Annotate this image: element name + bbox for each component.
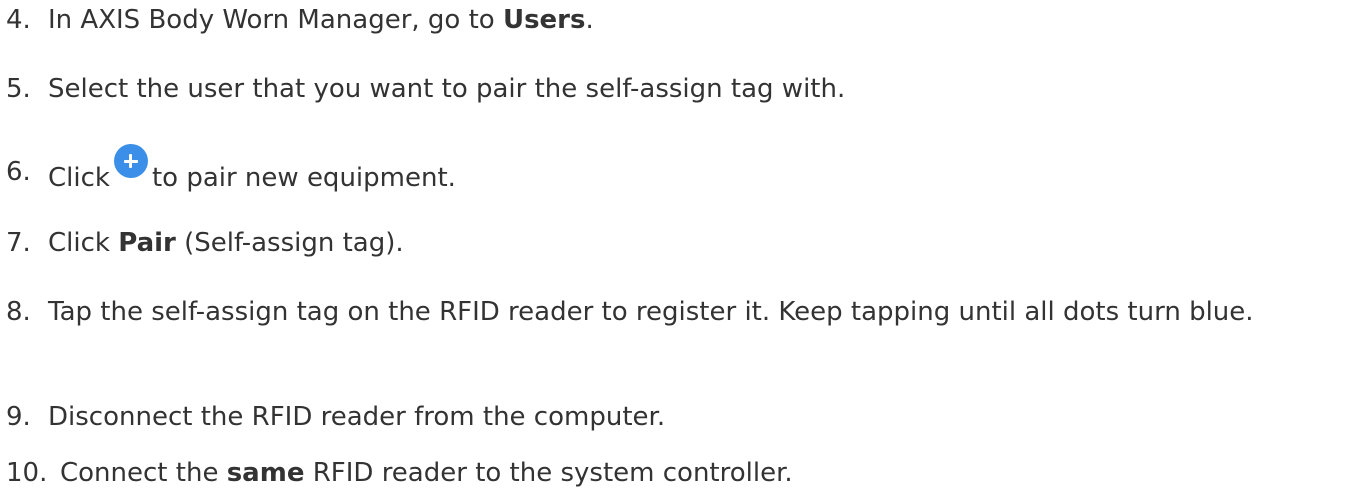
step-number: 10. bbox=[6, 458, 48, 488]
step-9: 9. Disconnect the RFID reader from the c… bbox=[0, 399, 1349, 435]
plus-icon bbox=[113, 144, 148, 178]
step-7: 7. Click Pair (Self-assign tag). bbox=[0, 225, 1349, 261]
step-5: 5. Select the user that you want to pair… bbox=[0, 71, 1349, 107]
step-text: Click to pair new equipment. bbox=[48, 144, 1349, 196]
step-6: 6. Click to pair new equipment. bbox=[0, 144, 1349, 196]
step-number: 6. bbox=[6, 157, 31, 187]
step-number: 9. bbox=[6, 402, 31, 432]
step-8: 8. Tap the self-assign tag on the RFID r… bbox=[0, 294, 1349, 330]
step-10: 10. Connect the same RFID reader to the … bbox=[0, 455, 1349, 491]
step-text: Select the user that you want to pair th… bbox=[48, 74, 846, 104]
step-text: Click Pair (Self-assign tag). bbox=[48, 228, 404, 258]
same-label: same bbox=[226, 458, 305, 488]
users-label: Users bbox=[502, 5, 586, 35]
step-4: 4. In AXIS Body Worn Manager, go to User… bbox=[0, 2, 1349, 38]
step-number: 7. bbox=[6, 228, 31, 258]
step-text: Connect the same RFID reader to the syst… bbox=[60, 458, 793, 488]
step-text: Disconnect the RFID reader from the comp… bbox=[48, 402, 666, 432]
step-number: 5. bbox=[6, 74, 31, 104]
step-number: 8. bbox=[6, 297, 31, 327]
step-text: In AXIS Body Worn Manager, go to Users. bbox=[48, 5, 594, 35]
pair-label: Pair bbox=[118, 228, 176, 258]
step-number: 4. bbox=[6, 5, 31, 35]
step-text: Tap the self-assign tag on the RFID read… bbox=[48, 297, 1254, 327]
